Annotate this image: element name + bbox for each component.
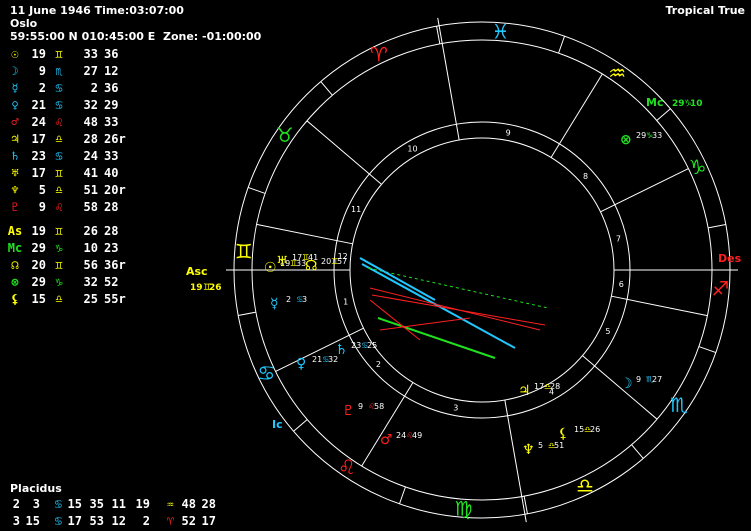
sign-boundary [656, 108, 671, 121]
house-number: 11 [351, 205, 361, 214]
house-ring-inner [349, 137, 615, 403]
wheel-planet-minute: 28 [550, 382, 560, 391]
sign-boundary [631, 444, 644, 459]
virgo-sign-icon: ♍ [455, 496, 473, 520]
wheel-planet-degree: 17 [292, 253, 302, 262]
wheel-planet-degree: 2 [286, 295, 291, 304]
wheel-planet-minute: 26 [590, 425, 600, 434]
wheel-planet-glyph-icon: ⚸ [558, 426, 568, 442]
house-number: 5 [605, 327, 610, 336]
aspect-line [369, 299, 421, 341]
wheel-planet-degree: 15 [574, 425, 584, 434]
des-label: Des [718, 252, 742, 265]
aries-sign-icon: ♈ [370, 42, 388, 66]
wheel-planet-glyph-icon: ⊗ [620, 132, 632, 148]
taurus-sign-icon: ♉ [276, 123, 294, 147]
mc-label: Mc [646, 96, 663, 109]
gemini-sign-icon: ♊ [235, 239, 253, 263]
wheel-planet-minute: 49 [412, 431, 422, 440]
capricorn-sign-icon: ♑ [689, 155, 707, 179]
sagittarius-sign-icon: ♐ [711, 277, 729, 301]
leo-sign-icon: ♌ [338, 455, 356, 479]
house-cusp-line [361, 382, 414, 467]
sign-boundary [698, 346, 717, 354]
wheel-planet-minute: 27 [652, 375, 662, 384]
house-number: 9 [506, 128, 511, 137]
sign-boundary [558, 35, 566, 54]
sign-boundary [247, 186, 266, 194]
wheel-planet-glyph-icon: ♅ [276, 254, 289, 270]
wheel-planet-glyph-icon: ♃ [518, 383, 531, 399]
house-number: 3 [453, 404, 458, 413]
wheel-planet-glyph-icon: ☉ [264, 260, 277, 276]
wheel-planet-glyph-icon: ☽ [620, 376, 633, 392]
house-cusp-line [600, 168, 689, 213]
aspect-line [377, 317, 496, 359]
wheel-planet-minute: 33 [652, 131, 662, 140]
house-cusp-line [550, 73, 603, 158]
wheel-planet-degree: 9 [358, 402, 363, 411]
pisces-sign-icon: ♓ [492, 20, 510, 44]
asc-degree: 19 [190, 283, 203, 293]
house-number: 6 [619, 280, 624, 289]
wheel-planet-minute: 3 [302, 295, 307, 304]
sign-boundary [238, 311, 256, 316]
wheel-planet-degree: 9 [636, 375, 641, 384]
wheel-planet-degree: 17 [534, 382, 544, 391]
wheel-planet-glyph-icon: ☊ [305, 258, 317, 274]
wheel-planet-degree: 20 [321, 257, 331, 266]
house-number: 1 [343, 298, 348, 307]
aspect-line [371, 294, 546, 326]
house-cusp-line [306, 120, 382, 185]
wheel-planet-degree: 29 [636, 131, 646, 140]
aspect-line [359, 257, 436, 301]
scorpio-sign-icon: ♏ [670, 393, 688, 417]
house-cusp-line [437, 17, 460, 141]
libra-sign-icon: ♎ [576, 474, 594, 498]
wheel-planet-glyph-icon: ♇ [342, 403, 355, 419]
wheel-planet-glyph-icon: ☿ [270, 296, 279, 312]
sign-boundary [320, 81, 333, 96]
aspect-line [361, 263, 516, 349]
wheel-planet-degree: 21 [312, 355, 322, 364]
aquarius-sign-icon: ♒ [608, 61, 626, 85]
house-number: 2 [376, 360, 381, 369]
wheel-planet-glyph-icon: ♆ [522, 442, 535, 458]
mc-degree: 29 [672, 99, 685, 109]
wheel-planet-glyph-icon: ♄ [335, 342, 348, 358]
wheel-planet-minute: 51 [554, 441, 564, 450]
aspect-line [367, 267, 549, 309]
house-number: 8 [583, 172, 588, 181]
house-cusp-line [504, 399, 527, 523]
wheel-planet-minute: 25 [367, 341, 377, 350]
wheel-planet-minute: 57 [337, 257, 347, 266]
chart-wheel: ♈♉♊♋♌♍♎♏♐♑♒♓123456789101112Asc19 ♊26DesMc… [186, 17, 742, 523]
wheel-planet-degree: 23 [351, 341, 361, 350]
wheel-planet-degree: 5 [538, 441, 543, 450]
house-number: 10 [407, 144, 417, 153]
mc-minute: 10 [690, 99, 703, 109]
sign-boundary [398, 486, 406, 505]
wheel-planet-minute: 58 [374, 402, 384, 411]
sign-boundary [293, 419, 308, 432]
asc-minute: 26 [209, 283, 222, 293]
wheel-planet-glyph-icon: ♀ [296, 356, 306, 372]
cancer-sign-icon: ♋ [257, 361, 275, 385]
wheel-planet-glyph-icon: ♂ [380, 432, 393, 448]
asc-label: Asc [186, 265, 208, 278]
sign-boundary [708, 224, 726, 229]
house-ring-outer [333, 121, 631, 419]
house-number: 7 [616, 234, 621, 243]
ic-label: Ic [272, 418, 283, 431]
wheel-planet-degree: 24 [396, 431, 406, 440]
